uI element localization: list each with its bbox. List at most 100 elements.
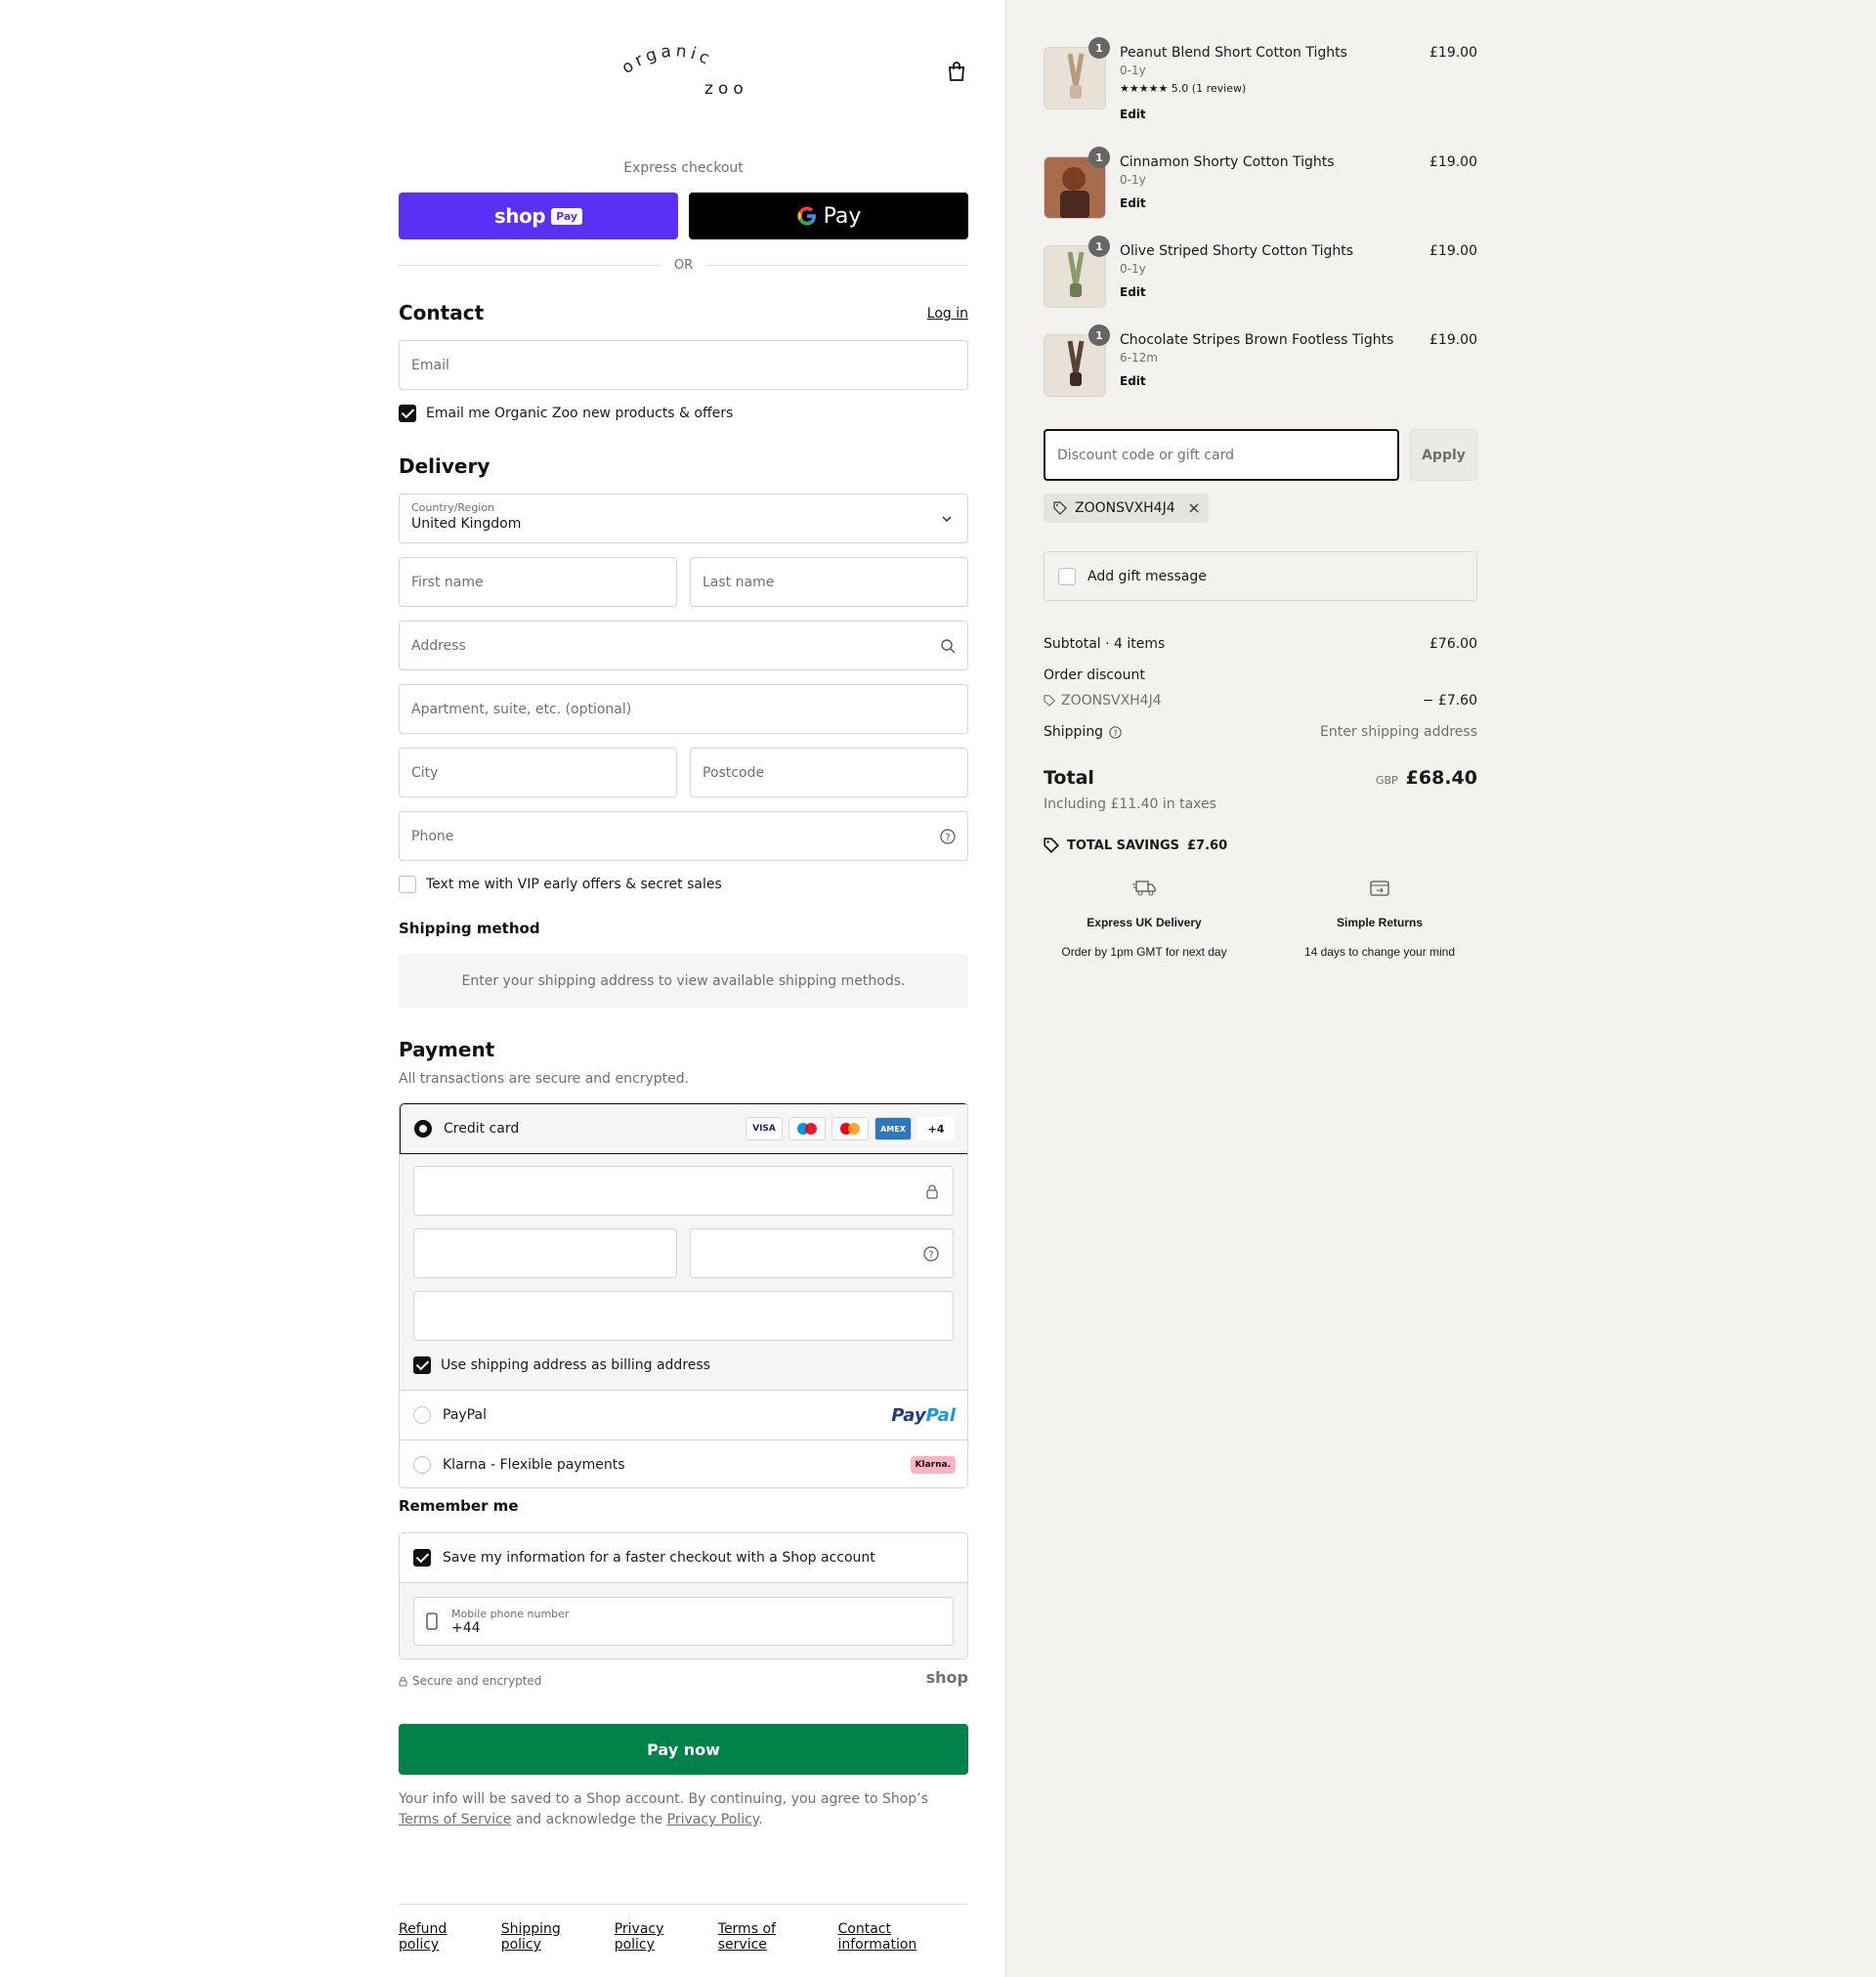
klarna-radio[interactable]	[413, 1456, 431, 1474]
gift-message-row[interactable]: Add gift message	[1044, 551, 1477, 601]
tag-icon	[1053, 501, 1067, 515]
total-label: Total	[1044, 767, 1094, 789]
city-field[interactable]: City	[399, 748, 677, 797]
credit-card-label: Credit card	[444, 1121, 520, 1137]
discount-code-input[interactable]: Discount code or gift card	[1044, 429, 1399, 481]
or-label: OR	[673, 258, 694, 273]
email-field[interactable]: Email	[399, 340, 968, 390]
country-select[interactable]: Country/Region United Kingdom	[399, 494, 968, 543]
delivery-heading: Delivery	[399, 454, 490, 478]
item-price: £19.00	[1429, 332, 1477, 348]
paypal-option[interactable]: PayPal PayPal	[400, 1390, 967, 1440]
apply-discount-button[interactable]: Apply	[1410, 429, 1477, 481]
discount-amount: − £7.60	[1422, 693, 1477, 709]
save-info-checkbox[interactable]	[413, 1549, 431, 1567]
feature-subtitle: 14 days to change your mind	[1303, 945, 1456, 959]
paypal-logo-pal: Pal	[925, 1404, 956, 1426]
help-icon[interactable]: ?	[940, 828, 956, 844]
subtotal-row: Subtotal · 4 items £76.00	[1044, 636, 1477, 652]
item-variant: 0-1y	[1120, 64, 1146, 77]
mobile-phone-field[interactable]: Mobile phone number +44	[413, 1597, 954, 1646]
footer-link-shipping[interactable]: Shipping policy	[501, 1921, 601, 1953]
paypal-logo-pay: Pay	[891, 1404, 926, 1426]
newsletter-checkbox[interactable]	[399, 405, 416, 422]
edit-item-link[interactable]: Edit	[1120, 374, 1146, 388]
applied-discount-tag: ZOONSVXH4J4	[1044, 494, 1209, 523]
feature-subtitle: Order by 1pm GMT for next day	[1061, 945, 1227, 959]
edit-item-link[interactable]: Edit	[1120, 107, 1146, 121]
billing-same-row[interactable]: Use shipping address as billing address	[413, 1356, 710, 1374]
svg-text:?: ?	[928, 1250, 933, 1261]
privacy-policy-link[interactable]: Privacy Policy	[667, 1812, 758, 1827]
sms-optin-checkbox[interactable]	[399, 876, 416, 893]
feature-express-delivery: Express UK Delivery Order by 1pm GMT for…	[1042, 878, 1247, 959]
secure-note: Secure and encrypted	[399, 1674, 541, 1688]
subtotal-value: £76.00	[1429, 636, 1477, 652]
lock-icon	[399, 1676, 407, 1686]
payment-methods: Credit card VISA AMEX +4 ? Use shipping …	[399, 1102, 968, 1488]
footer-link-refund[interactable]: Refund policy	[399, 1921, 488, 1953]
apartment-field[interactable]: Apartment, suite, etc. (optional)	[399, 684, 968, 734]
organic-zoo-logo[interactable]: organic zoo	[609, 41, 765, 100]
card-number-field[interactable]	[413, 1166, 954, 1216]
footer-link-privacy[interactable]: Privacy policy	[615, 1921, 704, 1953]
gift-message-checkbox[interactable]	[1058, 567, 1076, 585]
shipping-method-heading: Shipping method	[399, 920, 540, 937]
discount-detail-row: ZOONSVXH4J4 − £7.60	[1044, 693, 1477, 709]
klarna-label: Klarna - Flexible payments	[443, 1457, 625, 1473]
paypal-radio[interactable]	[413, 1406, 431, 1424]
phone-placeholder: Phone	[411, 828, 454, 844]
address-field[interactable]: Address	[399, 621, 968, 670]
remember-me-heading: Remember me	[399, 1497, 519, 1515]
last-name-field[interactable]: Last name	[690, 557, 968, 607]
logo-graphic: organic zoo	[618, 41, 744, 99]
total-savings: TOTAL SAVINGS £7.60	[1044, 838, 1227, 853]
total-value: £68.40	[1405, 767, 1477, 789]
save-info-row[interactable]: Save my information for a faster checkou…	[400, 1533, 967, 1583]
card-name-field[interactable]	[413, 1291, 954, 1341]
klarna-option[interactable]: Klarna - Flexible payments Klarna.	[400, 1440, 967, 1487]
newsletter-checkbox-row[interactable]: Email me Organic Zoo new products & offe…	[399, 405, 733, 422]
card-expiry-field[interactable]	[413, 1228, 677, 1278]
svg-text:?: ?	[945, 833, 950, 843]
card-cvv-field[interactable]: ?	[690, 1228, 954, 1278]
mobile-phone-label: Mobile phone number	[451, 1607, 570, 1620]
footer-link-terms[interactable]: Terms of service	[718, 1921, 825, 1953]
postcode-field[interactable]: Postcode	[690, 748, 968, 797]
edit-item-link[interactable]: Edit	[1120, 196, 1146, 210]
item-price: £19.00	[1429, 45, 1477, 61]
total-savings-value: £7.60	[1187, 838, 1228, 853]
pay-now-button[interactable]: Pay now	[399, 1724, 968, 1775]
sms-optin-row[interactable]: Text me with VIP early offers & secret s…	[399, 876, 722, 893]
legal-text-part2: and acknowledge the	[511, 1812, 667, 1827]
feature-title: Express UK Delivery	[1087, 916, 1202, 929]
amex-icon: AMEX	[874, 1117, 912, 1140]
edit-item-link[interactable]: Edit	[1120, 285, 1146, 299]
footer-link-contact[interactable]: Contact information	[837, 1921, 968, 1953]
shop-pay-button[interactable]: shop Pay	[399, 193, 678, 239]
maestro-icon	[789, 1117, 826, 1140]
first-name-field[interactable]: First name	[399, 557, 677, 607]
login-link[interactable]: Log in	[927, 306, 968, 322]
close-icon[interactable]	[1189, 503, 1199, 513]
legal-text-part3: .	[758, 1812, 763, 1827]
help-icon[interactable]: ?	[923, 1246, 939, 1262]
credit-card-radio[interactable]	[414, 1120, 432, 1138]
discount-code-detail-label: ZOONSVXH4J4	[1061, 693, 1162, 709]
cart-item: 1 Peanut Blend Short Cotton Tights 0-1y …	[1044, 37, 1477, 121]
card-brands: VISA AMEX +4	[746, 1117, 955, 1140]
item-variant: 0-1y	[1120, 173, 1146, 187]
shopping-bag-icon[interactable]	[946, 61, 967, 82]
remember-me-box: Save my information for a faster checkou…	[399, 1532, 968, 1659]
item-price: £19.00	[1429, 154, 1477, 170]
phone-field[interactable]: Phone ?	[399, 811, 968, 861]
total-savings-label: TOTAL SAVINGS	[1067, 838, 1180, 853]
feature-title: Simple Returns	[1336, 916, 1424, 929]
secure-label: Secure and encrypted	[412, 1674, 542, 1688]
help-icon[interactable]: ?	[1109, 725, 1122, 739]
terms-of-service-link[interactable]: Terms of Service	[399, 1812, 511, 1827]
legal-text-part1: Your info will be saved to a Shop accoun…	[399, 1791, 928, 1807]
credit-card-option[interactable]: Credit card VISA AMEX +4	[400, 1103, 967, 1154]
google-pay-button[interactable]: Pay	[689, 193, 968, 239]
billing-same-checkbox[interactable]	[413, 1356, 431, 1374]
